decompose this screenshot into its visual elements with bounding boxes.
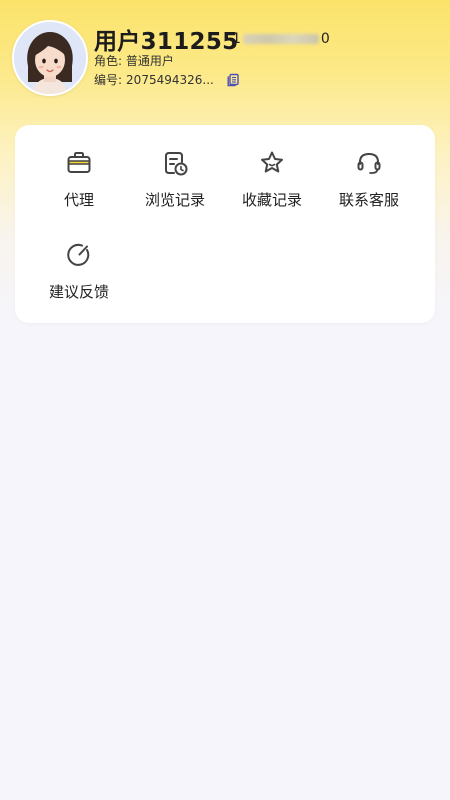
menu-item-label: 联系客服 <box>338 191 399 209</box>
menu-item-customer-service[interactable]: 联系客服 <box>319 149 419 229</box>
role-value: 普通用户 <box>125 54 174 68</box>
phone-suffix: 0 <box>320 31 330 47</box>
menu-item-agent[interactable]: 代理 <box>29 149 129 229</box>
masked-phone-number: 1 0 <box>232 31 330 47</box>
profile-header: 用户311255 1 0 角色: 普通用户 编号: 2075494326... <box>0 0 450 120</box>
id-label: 编号: <box>94 73 123 87</box>
avatar-illustration <box>14 22 86 94</box>
copy-icon[interactable] <box>226 73 240 87</box>
history-icon <box>165 152 188 176</box>
id-value: 2075494326... <box>126 72 214 87</box>
role-label: 角色: <box>94 54 123 68</box>
menu-item-label: 建议反馈 <box>48 283 109 301</box>
star-icon <box>261 151 283 173</box>
menu-item-label: 收藏记录 <box>241 191 302 209</box>
username: 用户311255 <box>94 29 239 55</box>
menu-item-feedback[interactable]: 建议反馈 <box>29 241 129 321</box>
feedback-icon <box>67 243 90 266</box>
id-line: 编号: 2075494326... <box>94 71 240 88</box>
headset-icon <box>357 152 381 174</box>
menu-card: 代理 浏览记录 收藏记录 联系客服 建议反馈 <box>15 125 435 323</box>
avatar[interactable] <box>12 20 88 96</box>
menu-item-browsing-history[interactable]: 浏览记录 <box>125 149 225 229</box>
phone-prefix: 1 <box>232 31 241 47</box>
briefcase-icon <box>67 152 91 173</box>
menu-item-label: 代理 <box>63 191 94 209</box>
phone-blur-mask <box>242 34 319 44</box>
menu-item-favorites[interactable]: 收藏记录 <box>222 149 322 229</box>
role-line: 角色: 普通用户 <box>94 52 174 69</box>
menu-item-label: 浏览记录 <box>144 191 205 209</box>
